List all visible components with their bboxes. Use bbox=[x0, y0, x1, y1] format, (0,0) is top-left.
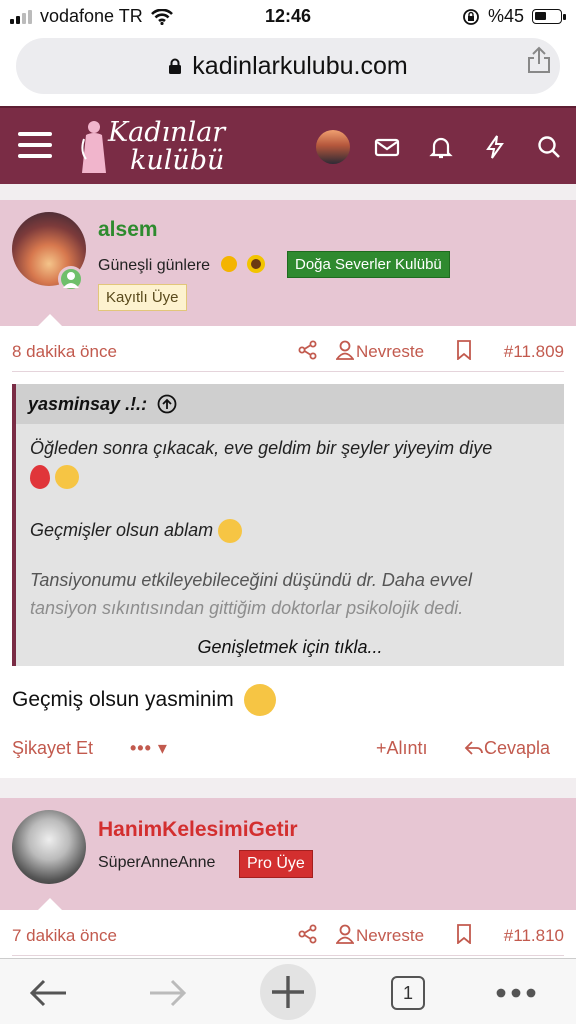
more-options-icon[interactable]: ••• ▾ bbox=[130, 738, 168, 759]
quote-line: Öğleden sonra çıkacak, eve geldim bir şe… bbox=[30, 438, 493, 458]
post-text: Geçmiş olsun yasminim bbox=[12, 688, 234, 711]
reply-label: Cevapla bbox=[484, 738, 551, 758]
bookmark-icon[interactable] bbox=[456, 340, 472, 360]
post-number[interactable]: #11.809 bbox=[504, 342, 564, 362]
lock-icon bbox=[169, 58, 182, 74]
reply-arrow-icon bbox=[464, 741, 483, 755]
post-card: alsem Güneşli günlere Doğa Severler Kulü… bbox=[0, 200, 576, 778]
report-link[interactable]: Şikayet Et bbox=[12, 738, 93, 759]
share-icon[interactable] bbox=[526, 46, 552, 74]
user-icon bbox=[336, 340, 354, 360]
quote-button[interactable]: + Alıntı bbox=[376, 738, 428, 759]
post-message: Geçmiş olsun yasminim bbox=[12, 684, 276, 716]
nevreste-link[interactable]: Nevreste bbox=[356, 926, 424, 946]
quote-label: Alıntı bbox=[386, 738, 428, 758]
username[interactable]: HanimKelesimiGetir bbox=[98, 818, 298, 842]
bell-icon[interactable] bbox=[428, 134, 454, 160]
url-text: kadinlarkulubu.com bbox=[192, 51, 408, 80]
post-time[interactable]: 8 dakika önce bbox=[12, 342, 117, 362]
user-title: SüperAnneAnne bbox=[98, 854, 216, 871]
back-icon[interactable] bbox=[26, 971, 70, 1015]
arrow-notch bbox=[38, 314, 62, 326]
battery-icon bbox=[532, 9, 566, 24]
online-status-icon bbox=[58, 266, 84, 292]
quote-author[interactable]: yasminsay .!.: bbox=[28, 394, 147, 415]
post-card: HanimKelesimiGetir SüperAnneAnne Pro Üye… bbox=[0, 798, 576, 958]
arrow-up-circle-icon[interactable] bbox=[157, 394, 177, 414]
quote-line-text: Geçmişler olsun ablam bbox=[30, 520, 214, 540]
post-author-band: alsem Güneşli günlere Doğa Severler Kulü… bbox=[0, 200, 576, 326]
kiss-emoji-icon bbox=[218, 519, 243, 544]
user-title-row: Güneşli günlere bbox=[98, 255, 265, 275]
member-badge: Pro Üye bbox=[239, 850, 313, 878]
site-logo[interactable]: Kadınlar kulübü bbox=[80, 114, 225, 180]
share-icon[interactable] bbox=[298, 924, 318, 944]
user-icon bbox=[336, 924, 354, 944]
logo-figure-icon bbox=[81, 121, 106, 173]
tabs-count: 1 bbox=[391, 976, 425, 1010]
club-badge[interactable]: Doğa Severler Kulübü bbox=[287, 251, 450, 278]
share-icon[interactable] bbox=[298, 340, 318, 360]
forward-icon[interactable] bbox=[146, 971, 190, 1015]
quote-block: yasminsay .!.: Öğleden sonra çıkacak, ev… bbox=[12, 384, 564, 666]
inbox-icon[interactable] bbox=[374, 134, 400, 160]
post-meta: 7 dakika önce Nevreste #11.810 bbox=[12, 912, 564, 956]
account-avatar[interactable] bbox=[316, 130, 350, 164]
browser-toolbar: 1 bbox=[0, 958, 576, 1024]
menu-icon[interactable] bbox=[18, 132, 52, 160]
battery-percent: %45 bbox=[487, 6, 524, 26]
post-time[interactable]: 7 dakika önce bbox=[12, 926, 117, 946]
more-menu-icon[interactable] bbox=[494, 971, 538, 1015]
page: vodafone TR 12:46 %45 kadinlarkulubu.com… bbox=[0, 0, 576, 1024]
search-icon[interactable] bbox=[536, 134, 562, 160]
sun-emoji-icon bbox=[220, 256, 237, 272]
sunflower-emoji-icon bbox=[246, 255, 265, 273]
member-badge: Kayıtlı Üye bbox=[98, 284, 187, 311]
logo-line2: kulübü bbox=[130, 145, 225, 176]
site-header: Kadınlar kulübü bbox=[0, 106, 576, 184]
confused-emoji-icon bbox=[243, 684, 276, 716]
status-bar: vodafone TR 12:46 %45 bbox=[0, 0, 576, 32]
quote-line: Tansiyonumu etkileyebileceğini düşündü d… bbox=[30, 570, 472, 590]
quote-header: yasminsay .!.: bbox=[16, 384, 564, 424]
balloon-emoji-icon bbox=[30, 465, 50, 490]
nevreste-link[interactable]: Nevreste bbox=[356, 342, 424, 362]
new-tab-icon[interactable] bbox=[260, 964, 316, 1020]
post-number[interactable]: #11.810 bbox=[504, 926, 564, 946]
quote-emoji-row bbox=[30, 462, 550, 494]
post-actions: Şikayet Et ••• ▾ + Alıntı Cevapla bbox=[12, 738, 564, 762]
username[interactable]: alsem bbox=[98, 218, 158, 242]
bookmark-icon[interactable] bbox=[456, 924, 472, 944]
bolt-icon[interactable] bbox=[482, 134, 508, 160]
hugging-emoji-icon bbox=[55, 465, 80, 490]
quote-line: Geçmişler olsun ablam bbox=[30, 516, 550, 544]
post-meta: 8 dakika önce Nevreste #11.809 bbox=[12, 328, 564, 372]
arrow-notch bbox=[38, 898, 62, 910]
reply-button[interactable]: Cevapla bbox=[464, 738, 550, 759]
browser-chrome: kadinlarkulubu.com bbox=[0, 32, 576, 106]
expand-quote-link[interactable]: Genişletmek için tıkla... bbox=[16, 637, 564, 658]
post-author-band: HanimKelesimiGetir SüperAnneAnne Pro Üye bbox=[0, 798, 576, 910]
tabs-button[interactable]: 1 bbox=[386, 971, 430, 1015]
quote-content: Öğleden sonra çıkacak, eve geldim bir şe… bbox=[16, 424, 564, 632]
logo-line1: Kadınlar bbox=[108, 117, 226, 148]
quote-line: tansiyon sıkıntısından gittiğim doktorla… bbox=[30, 598, 464, 618]
address-bar[interactable]: kadinlarkulubu.com bbox=[16, 38, 560, 94]
avatar[interactable] bbox=[12, 810, 86, 884]
user-title: Güneşli günlere bbox=[98, 257, 211, 274]
orientation-lock-icon bbox=[463, 8, 479, 25]
